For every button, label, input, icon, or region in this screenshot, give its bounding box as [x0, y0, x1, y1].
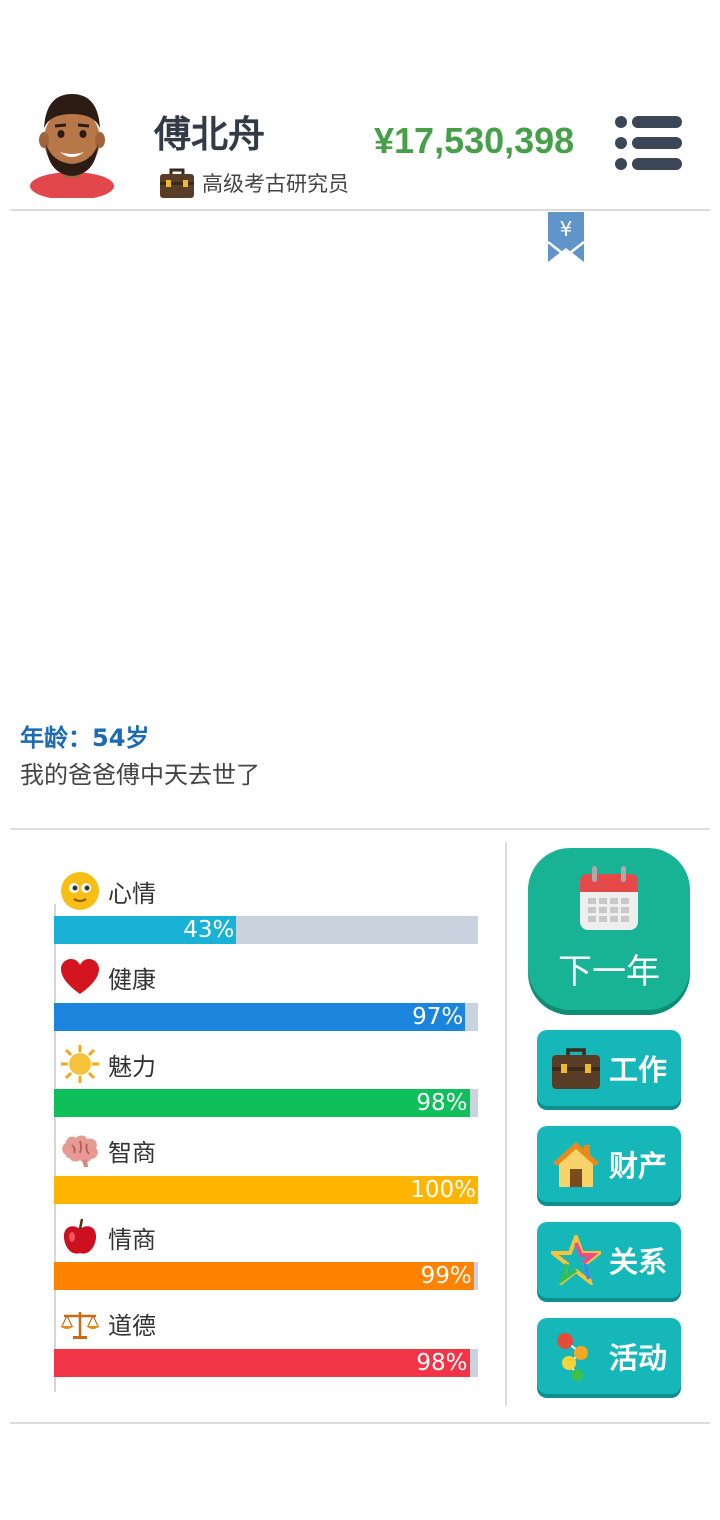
activities-button[interactable]: 活动 — [537, 1318, 681, 1394]
stat-label: 智商 — [108, 1139, 156, 1168]
stat-label: 魅力 — [108, 1052, 156, 1081]
job-label: 高级考古研究员 — [202, 172, 349, 196]
work-label: 工作 — [609, 1053, 668, 1087]
stat-bar-fill: 100% — [54, 1175, 478, 1204]
stats-panel: 心情 43% 健康 97% 魅力 98% 智商 100% 情商 99% 道德 9… — [54, 868, 478, 1388]
stat-bar-fill: 97% — [54, 1002, 466, 1031]
stat-bar-fill: 98% — [54, 1348, 470, 1377]
property-label: 财产 — [609, 1149, 668, 1183]
stat-percent: 97% — [412, 1003, 464, 1030]
stat-charm: 魅力 98% — [54, 1041, 478, 1128]
stat-bar-track: 98% — [54, 1348, 478, 1377]
bookmark-symbol: ¥ — [560, 217, 573, 241]
apple-icon — [63, 1219, 97, 1255]
briefcase-icon — [160, 168, 194, 198]
menu-list-icon[interactable] — [612, 114, 684, 172]
relations-label: 关系 — [609, 1245, 668, 1279]
stat-morality: 道德 98% — [54, 1301, 478, 1388]
stat-mood: 心情 43% — [54, 868, 478, 955]
relations-button[interactable]: 关系 — [537, 1222, 681, 1298]
money-balance: ¥17,530,398 — [374, 120, 575, 161]
stat-health: 健康 97% — [54, 955, 478, 1042]
molecule-dots-icon — [557, 1333, 588, 1381]
property-button[interactable]: 财产 — [537, 1126, 681, 1202]
player-name: 傅北舟 — [154, 113, 265, 156]
log-divider — [10, 828, 710, 830]
stat-bar-fill: 99% — [54, 1262, 474, 1291]
footer-divider — [10, 1422, 710, 1424]
panel-divider — [505, 842, 507, 1406]
age-line: 年龄：54岁 — [20, 724, 150, 752]
stat-bar-track: 99% — [54, 1262, 478, 1291]
stat-label: 情商 — [108, 1225, 156, 1254]
stat-label: 健康 — [108, 966, 156, 995]
briefcase-icon — [552, 1048, 600, 1089]
house-icon — [553, 1142, 599, 1187]
job-title: 高级考古研究员 — [158, 166, 349, 200]
next-year-label: 下一年 — [558, 952, 660, 992]
star-icon — [551, 1235, 601, 1285]
brain-icon — [62, 1135, 98, 1167]
stat-label: 心情 — [108, 879, 156, 908]
stat-bar-fill: 98% — [54, 1089, 470, 1118]
avatar[interactable] — [28, 88, 116, 198]
stat-bar-track: 43% — [54, 916, 478, 944]
stat-bar-track: 98% — [54, 1089, 478, 1118]
stat-bar-track: 100% — [54, 1175, 478, 1204]
scales-icon — [60, 1311, 100, 1339]
stat-iq: 智商 100% — [54, 1128, 478, 1215]
stat-label: 道德 — [108, 1312, 156, 1341]
stat-eq: 情商 99% — [54, 1214, 478, 1301]
sun-icon — [61, 1045, 99, 1084]
smiley-face-icon — [61, 872, 99, 910]
stat-percent: 99% — [420, 1263, 472, 1290]
header: 傅北舟 高级考古研究员 ¥17,530,398 — [0, 0, 720, 210]
stat-percent: 98% — [416, 1090, 468, 1117]
event-text: 我的爸爸傅中天去世了 — [20, 761, 260, 789]
header-divider — [10, 209, 710, 211]
stat-bar-fill: 43% — [54, 916, 237, 944]
activities-label: 活动 — [609, 1341, 668, 1375]
yuan-bookmark-icon[interactable]: ¥ — [546, 212, 586, 264]
stat-percent: 98% — [416, 1349, 468, 1376]
calendar-icon — [580, 866, 638, 930]
stat-bar-track: 97% — [54, 1002, 478, 1031]
heart-icon — [61, 958, 99, 994]
event-log: 年龄：54岁 我的爸爸傅中天去世了 — [20, 720, 700, 794]
work-button[interactable]: 工作 — [537, 1030, 681, 1106]
stat-percent: 43% — [183, 917, 235, 943]
stat-percent: 100% — [410, 1176, 476, 1203]
next-year-button[interactable]: 下一年 — [528, 848, 690, 1010]
